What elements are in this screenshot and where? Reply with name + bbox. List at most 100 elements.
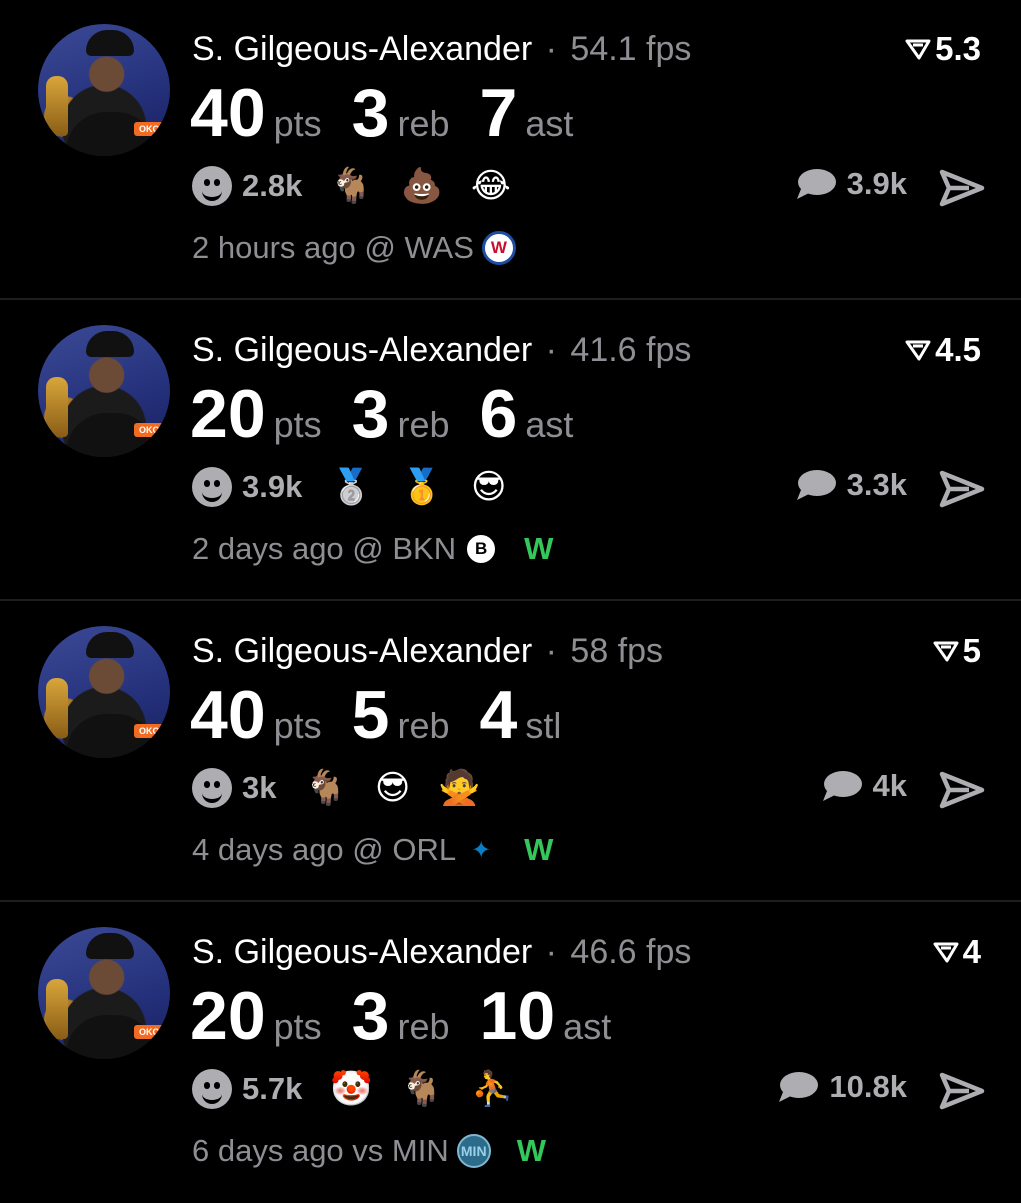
- stat-value: 6: [479, 376, 518, 452]
- filter-v-icon: [933, 942, 959, 963]
- rating[interactable]: 5.3: [905, 30, 981, 68]
- rating[interactable]: 4: [933, 933, 981, 971]
- smiley-icon[interactable]: [192, 1069, 232, 1109]
- paper-plane-icon[interactable]: [939, 1071, 985, 1111]
- okc-logo: OKC: [134, 423, 164, 437]
- reaction-emoji[interactable]: ⛹: [471, 1069, 513, 1109]
- comments-button[interactable]: 10.8k: [777, 1069, 907, 1105]
- smiley-icon[interactable]: [192, 467, 232, 507]
- reaction-emoji[interactable]: 🐐: [330, 166, 372, 206]
- divider: [0, 900, 1021, 902]
- player-name[interactable]: S. Gilgeous-Alexander: [192, 632, 532, 670]
- stat-value: 7: [479, 75, 518, 151]
- player-avatar[interactable]: OKC: [38, 626, 170, 758]
- trophy-icon: [46, 979, 68, 1039]
- stat-unit: pts: [273, 404, 322, 445]
- game-info: 6 days ago vs MIN MIN W: [192, 1133, 546, 1169]
- stat-value: 3: [351, 978, 390, 1054]
- reaction-emoji[interactable]: 😂: [471, 166, 511, 206]
- post-header: S. Gilgeous-Alexander · 46.6 fps: [192, 933, 691, 972]
- opponent[interactable]: vs MIN: [352, 1133, 448, 1169]
- timberwolves-logo-icon: MIN: [456, 1134, 491, 1168]
- stat-value: 4: [479, 677, 518, 753]
- rating[interactable]: 4.5: [905, 331, 981, 369]
- reaction-emoji[interactable]: 🐐: [304, 768, 346, 808]
- reaction-emoji[interactable]: 😎: [375, 768, 410, 808]
- player-avatar[interactable]: OKC: [38, 325, 170, 457]
- stat-value: 5: [351, 677, 390, 753]
- rating-value: 5.3: [935, 30, 981, 67]
- trophy-icon: [46, 76, 68, 136]
- stat-value: 40: [190, 677, 266, 753]
- stat-unit: pts: [273, 705, 322, 746]
- trophy-icon: [46, 678, 68, 738]
- stat-value: 40: [190, 75, 266, 151]
- paper-plane-icon[interactable]: [939, 469, 985, 509]
- stat-unit: reb: [397, 1006, 450, 1047]
- result-badge: W: [516, 1133, 546, 1168]
- stat-line: 40 pts 5 reb 4 stl: [190, 676, 591, 754]
- player-avatar[interactable]: OKC: [38, 24, 170, 156]
- post-header: S. Gilgeous-Alexander · 58 fps: [192, 632, 663, 671]
- comments-button[interactable]: 4k: [821, 768, 907, 804]
- stat-value: 3: [351, 75, 390, 151]
- fps-value: 46.6 fps: [570, 933, 692, 971]
- opponent[interactable]: @ WAS: [364, 230, 474, 266]
- paper-plane-icon[interactable]: [939, 168, 985, 208]
- reaction-emoji[interactable]: 😎: [471, 467, 506, 507]
- player-name[interactable]: S. Gilgeous-Alexander: [192, 331, 532, 369]
- reaction-count[interactable]: 3k: [242, 770, 276, 806]
- comment-count: 4k: [872, 768, 907, 803]
- comments-button[interactable]: 3.9k: [795, 166, 907, 202]
- cap-shape: [86, 331, 134, 357]
- opponent[interactable]: @ ORL: [352, 832, 456, 868]
- separator: ·: [545, 632, 557, 670]
- player-name[interactable]: S. Gilgeous-Alexander: [192, 30, 532, 68]
- post-card[interactable]: OKC S. Gilgeous-Alexander · 46.6 fps 4 2…: [0, 903, 1021, 1203]
- separator: ·: [545, 30, 557, 68]
- comments-button[interactable]: 3.3k: [795, 467, 907, 503]
- reaction-count[interactable]: 2.8k: [242, 168, 302, 204]
- reaction-emoji[interactable]: 🥇: [401, 467, 443, 507]
- stat-unit: ast: [525, 404, 574, 445]
- filter-v-icon: [933, 641, 959, 662]
- reaction-count[interactable]: 5.7k: [242, 1071, 302, 1107]
- post-header: S. Gilgeous-Alexander · 41.6 fps: [192, 331, 691, 370]
- reaction-emoji[interactable]: 💩: [401, 166, 443, 206]
- player-name[interactable]: S. Gilgeous-Alexander: [192, 933, 532, 971]
- cap-shape: [86, 933, 134, 959]
- okc-logo: OKC: [134, 122, 164, 136]
- rating[interactable]: 5: [933, 632, 981, 670]
- smiley-icon[interactable]: [192, 768, 232, 808]
- game-info: 2 days ago @ BKN B W: [192, 531, 553, 567]
- reaction-emoji[interactable]: 🐐: [401, 1069, 443, 1109]
- reaction-count[interactable]: 3.9k: [242, 469, 302, 505]
- separator: ·: [545, 933, 557, 971]
- reaction-emoji[interactable]: 🙅: [438, 768, 480, 808]
- time-ago: 6 days ago: [192, 1133, 344, 1168]
- stat-unit: ast: [563, 1006, 612, 1047]
- post-card[interactable]: OKC S. Gilgeous-Alexander · 58 fps 5 40 p…: [0, 602, 1021, 902]
- opponent[interactable]: @ BKN: [352, 531, 456, 567]
- magic-logo-icon: ✦: [471, 836, 492, 864]
- post-card[interactable]: OKC S. Gilgeous-Alexander · 41.6 fps 4.5…: [0, 301, 1021, 601]
- rating-value: 4: [962, 933, 981, 970]
- smiley-icon[interactable]: [192, 166, 232, 206]
- speech-bubble-icon: [796, 470, 836, 500]
- player-avatar[interactable]: OKC: [38, 927, 170, 1059]
- separator: ·: [545, 331, 557, 369]
- time-ago: 2 hours ago: [192, 230, 356, 265]
- nets-logo-icon: B: [464, 532, 499, 566]
- stat-line: 20 pts 3 reb 10 ast: [190, 977, 641, 1055]
- paper-plane-icon[interactable]: [939, 770, 985, 810]
- stat-unit: stl: [525, 705, 562, 746]
- post-card[interactable]: OKC S. Gilgeous-Alexander · 54.1 fps 5.3…: [0, 0, 1021, 300]
- speech-bubble-icon: [822, 771, 862, 801]
- reaction-emoji[interactable]: 🥈: [330, 467, 372, 507]
- fps-value: 58 fps: [570, 632, 664, 670]
- reactions-row: 3k 🐐 😎 🙅: [192, 768, 509, 808]
- reaction-emoji[interactable]: 🤡: [330, 1069, 372, 1109]
- stat-value: 20: [190, 376, 266, 452]
- stat-unit: reb: [397, 103, 450, 144]
- time-ago: 4 days ago: [192, 832, 344, 867]
